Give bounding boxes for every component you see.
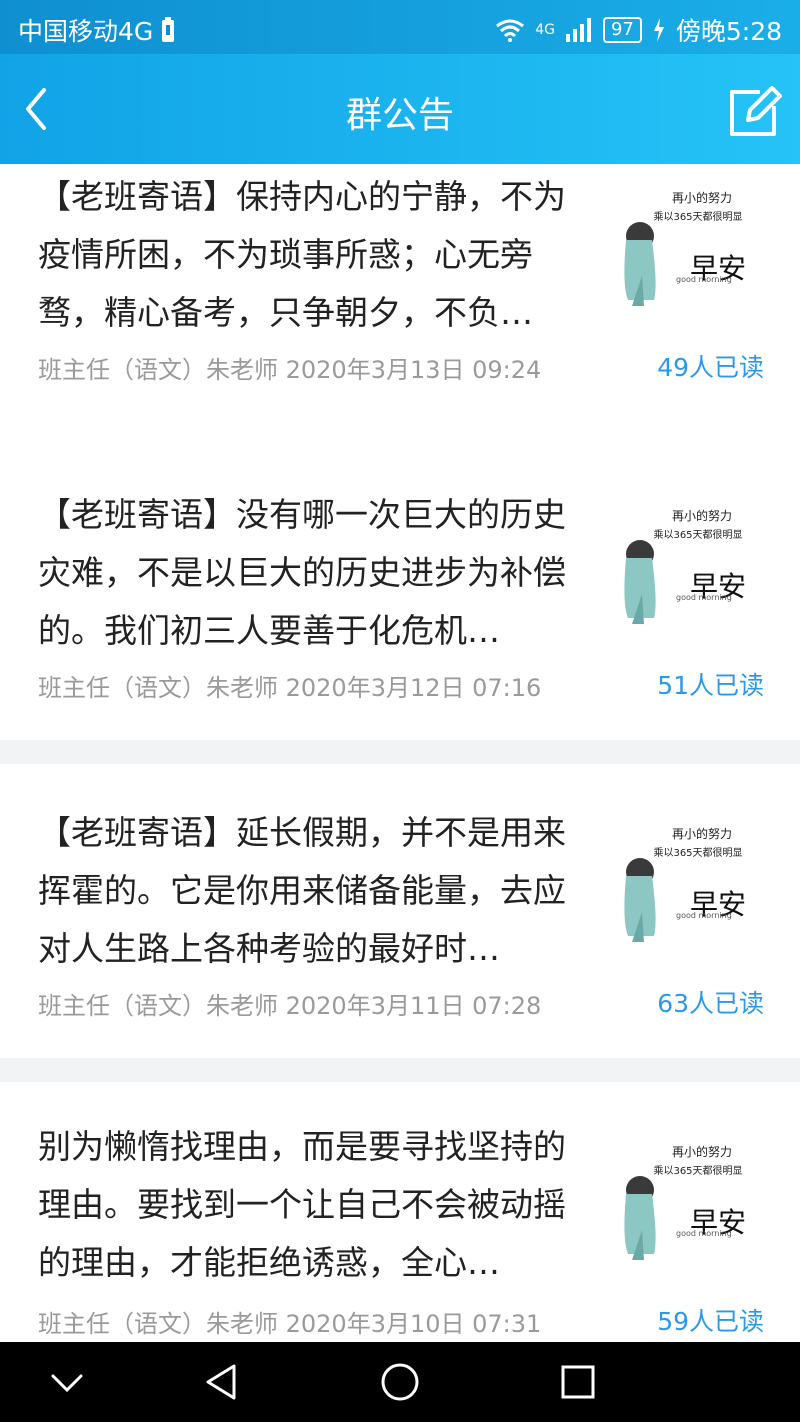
announcement-list: 【老班寄语】保持内心的宁静，不为疫情所困，不为琐事所惑；心无旁骛，精心备考，只争… — [0, 164, 800, 1342]
announcement-thumbnail: 再小的努力 乘以365天都很明显 早安 good morning — [614, 186, 766, 314]
announcement-thumbnail: 再小的努力 乘以365天都很明显 早安 good morning — [614, 822, 766, 950]
signal-icon — [565, 18, 591, 42]
svg-text:good morning: good morning — [676, 911, 732, 920]
nav-home-button[interactable] — [378, 1360, 422, 1404]
announcement-text: 【老班寄语】保持内心的宁静，不为疫情所困，不为琐事所惑；心无旁骛，精心备考，只争… — [38, 177, 566, 332]
announcement-text: 【老班寄语】延长假期，并不是用来挥霍的。它是你用来储备能量，去应对人生路上各种考… — [38, 813, 566, 968]
header-bar: 群公告 — [0, 54, 800, 164]
svg-text:再小的努力: 再小的努力 — [672, 508, 732, 523]
nav-back-button[interactable] — [200, 1360, 244, 1404]
nav-hide-button[interactable] — [45, 1360, 89, 1404]
status-left: 中国移动4G — [18, 12, 175, 48]
announcement-item[interactable]: 别为懒惰找理由，而是要寻找坚持的理由。要找到一个让自己不会被动摇的理由，才能拒绝… — [0, 1082, 800, 1342]
circle-home-icon — [381, 1363, 419, 1401]
read-count[interactable]: 59人已读 — [657, 1302, 764, 1338]
sim-battery-icon — [162, 17, 175, 42]
announcement-meta: 班主任（语文）朱老师 2020年3月12日 07:16 — [38, 674, 542, 702]
announcement-thumbnail: 再小的努力 乘以365天都很明显 早安 good morning — [614, 1140, 766, 1268]
wifi-icon — [496, 19, 525, 42]
announcement-meta: 班主任（语文）朱老师 2020年3月13日 09:24 — [38, 356, 542, 384]
svg-text:再小的努力: 再小的努力 — [672, 190, 732, 205]
page-title: 群公告 — [345, 95, 454, 136]
svg-text:乘以365天都很明显: 乘以365天都很明显 — [653, 528, 742, 541]
svg-text:乘以365天都很明显: 乘以365天都很明显 — [653, 210, 742, 223]
square-recent-icon — [561, 1365, 595, 1399]
announcement-item[interactable]: 【老班寄语】延长假期，并不是用来挥霍的。它是你用来储备能量，去应对人生路上各种考… — [0, 764, 800, 1058]
svg-text:再小的努力: 再小的努力 — [672, 1144, 732, 1159]
triangle-back-icon — [206, 1364, 236, 1400]
svg-text:good morning: good morning — [676, 593, 732, 602]
nav-recent-button[interactable] — [556, 1360, 600, 1404]
network-type-label: 4G — [535, 22, 555, 38]
carrier-label: 中国移动4G — [18, 17, 154, 46]
announcement-text: 【老班寄语】没有哪一次巨大的历史灾难，不是以巨大的历史进步为补偿的。我们初三人要… — [38, 495, 566, 650]
announcement-meta: 班主任（语文）朱老师 2020年3月10日 07:31 — [38, 1310, 542, 1338]
edit-icon — [730, 86, 782, 136]
clock-label: 傍晚5:28 — [675, 17, 782, 46]
status-right: 4G 97 傍晚5:28 — [495, 12, 782, 48]
battery-indicator: 97 — [602, 17, 642, 43]
svg-text:乘以365天都很明显: 乘以365天都很明显 — [653, 1164, 742, 1177]
announcement-meta: 班主任（语文）朱老师 2020年3月11日 07:28 — [38, 992, 542, 1020]
read-count[interactable]: 63人已读 — [657, 984, 764, 1020]
svg-text:乘以365天都很明显: 乘以365天都很明显 — [653, 846, 742, 859]
svg-text:good morning: good morning — [676, 275, 732, 284]
chevron-down-icon — [51, 1374, 83, 1393]
svg-text:good morning: good morning — [676, 1229, 732, 1238]
announcement-text: 别为懒惰找理由，而是要寻找坚持的理由。要找到一个让自己不会被动摇的理由，才能拒绝… — [38, 1127, 566, 1282]
svg-text:再小的努力: 再小的努力 — [672, 826, 732, 841]
announcement-thumbnail: 再小的努力 乘以365天都很明显 早安 good morning — [614, 504, 766, 632]
read-count[interactable]: 51人已读 — [657, 666, 764, 702]
read-count[interactable]: 49人已读 — [657, 348, 764, 384]
edit-button[interactable] — [726, 82, 784, 140]
system-nav-bar — [0, 1342, 800, 1422]
status-bar: 中国移动4G 4G 97 傍晚5:28 — [0, 0, 800, 54]
announcement-item[interactable]: 【老班寄语】没有哪一次巨大的历史灾难，不是以巨大的历史进步为补偿的。我们初三人要… — [0, 446, 800, 740]
charging-icon — [653, 18, 664, 42]
